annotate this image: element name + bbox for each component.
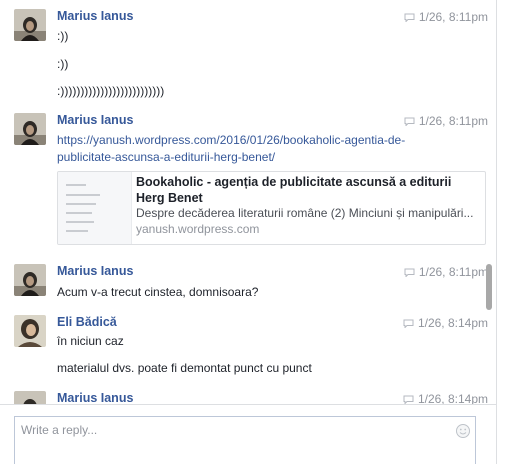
message-meta: 1/26, 8:14pm <box>403 392 488 404</box>
message-author[interactable]: Marius Ianus <box>57 264 133 278</box>
avatar[interactable] <box>14 113 46 145</box>
speech-bubble-icon <box>404 13 415 22</box>
speech-bubble-icon <box>403 395 414 404</box>
message-item: Marius Ianus 1/26, 8:14pm <box>14 391 488 404</box>
speech-bubble-icon <box>404 117 415 126</box>
message-text: în niciun caz <box>57 334 124 348</box>
message-text: :)) <box>57 29 69 43</box>
message-meta: 1/26, 8:11pm <box>404 10 488 24</box>
avatar[interactable] <box>14 391 46 404</box>
panel-border <box>496 0 497 464</box>
message-author[interactable]: Eli Bădică <box>57 315 117 329</box>
reply-input[interactable] <box>21 423 441 437</box>
message-item: Marius Ianus 1/26, 8:11pm https://yanush… <box>14 113 488 253</box>
message-item: Marius Ianus 1/26, 8:11pm :)) :)) :)))))… <box>14 9 488 109</box>
message-author[interactable]: Marius Ianus <box>57 9 133 23</box>
message-item: Eli Bădică 1/26, 8:14pm în niciun caz ma… <box>14 315 488 381</box>
speech-bubble-icon <box>403 319 414 328</box>
message-meta: 1/26, 8:11pm <box>404 114 488 128</box>
avatar[interactable] <box>14 9 46 41</box>
speech-bubble-icon <box>404 268 415 277</box>
link-preview-domain: yanush.wordpress.com <box>136 222 260 236</box>
link-preview-title[interactable]: Bookaholic - agenția de publicitate ascu… <box>136 174 481 206</box>
message-timestamp[interactable]: 1/26, 8:14pm <box>418 392 488 404</box>
link-preview-card[interactable]: Bookaholic - agenția de publicitate ascu… <box>57 171 486 245</box>
link-preview-description: Despre decăderea literaturii române (2) … <box>136 206 474 220</box>
message-author[interactable]: Marius Ianus <box>57 113 133 127</box>
smiley-icon[interactable] <box>455 423 471 439</box>
message-timestamp[interactable]: 1/26, 8:11pm <box>419 265 488 279</box>
message-meta: 1/26, 8:11pm <box>404 265 488 279</box>
message-item: Marius Ianus 1/26, 8:11pm Acum v-a trecu… <box>14 264 488 306</box>
message-timestamp[interactable]: 1/26, 8:11pm <box>419 10 488 24</box>
scrollbar-thumb[interactable] <box>486 264 492 310</box>
message-text: materialul dvs. poate fi demontat punct … <box>57 361 312 375</box>
message-link[interactable]: https://yanush.wordpress.com/2016/01/26/… <box>57 132 405 149</box>
message-timestamp[interactable]: 1/26, 8:14pm <box>418 316 488 330</box>
message-text: Acum v-a trecut cinstea, domnisoara? <box>57 285 259 299</box>
message-meta: 1/26, 8:14pm <box>403 316 488 330</box>
message-text: :)) <box>57 57 69 71</box>
message-link[interactable]: publicitate-ascunsa-a-editurii-herg-bene… <box>57 149 275 166</box>
message-thread: Marius Ianus 1/26, 8:11pm :)) :)) :)))))… <box>0 0 496 404</box>
message-author[interactable]: Marius Ianus <box>57 391 133 404</box>
message-text: :)))))))))))))))))))))))))) <box>57 84 165 98</box>
composer-divider <box>0 404 496 405</box>
link-preview-thumbnail[interactable] <box>58 172 132 244</box>
reply-composer[interactable] <box>14 416 476 464</box>
avatar[interactable] <box>14 315 46 347</box>
message-timestamp[interactable]: 1/26, 8:11pm <box>419 114 488 128</box>
avatar[interactable] <box>14 264 46 296</box>
